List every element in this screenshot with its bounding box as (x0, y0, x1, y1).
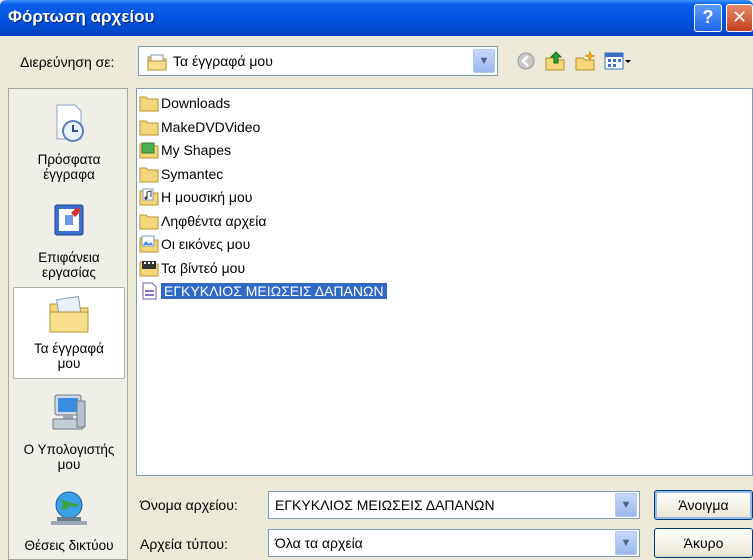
help-button[interactable]: ? (694, 4, 722, 32)
list-item[interactable]: Symantec (139, 163, 223, 185)
file-name: Η μουσική μου (161, 189, 253, 205)
folder-icon (139, 118, 159, 136)
file-name: Downloads (161, 95, 231, 111)
place-recent-documents[interactable]: Πρόσφατα έγγραφα (13, 101, 125, 182)
look-in-value: Τα έγγραφά μου (173, 53, 273, 69)
place-label: Τα έγγραφά (34, 341, 104, 356)
place-label: έγγραφα (43, 167, 95, 182)
file-name: MakeDVDVideo (161, 119, 261, 135)
back-icon[interactable] (516, 51, 536, 74)
place-label: Ο Υπολογιστής (23, 442, 115, 457)
close-button[interactable]: ✕ (726, 4, 753, 32)
filetype-value: Όλα τα αρχεία (275, 535, 363, 551)
window-title: Φόρτωση αρχείου (8, 7, 155, 26)
view-menu-icon[interactable] (604, 51, 632, 74)
filetype-label: Αρχεία τύπου: (140, 536, 228, 552)
desktop-icon (13, 199, 125, 246)
folder-icon (139, 94, 159, 112)
toolbar (516, 49, 632, 75)
list-item[interactable]: Οι εικόνες μου (139, 233, 250, 255)
title-bar: Φόρτωση αρχείου ? ✕ (0, 0, 753, 36)
filename-label: Όνομα αρχείου: (140, 497, 238, 513)
place-desktop[interactable]: Επιφάνεια εργασίας (13, 199, 125, 280)
place-label: μου (57, 457, 81, 472)
filename-field[interactable]: ΕΓΚΥΚΛΙΟΣ ΜΕΙΩΣΕΙΣ ΔΑΠΑΝΩΝ ▼ (268, 491, 640, 519)
cancel-button[interactable]: Άκυρο (654, 528, 753, 558)
chevron-down-icon[interactable]: ▼ (473, 49, 495, 73)
file-name: Ληφθέντα αρχεία (161, 213, 267, 229)
document-icon (139, 282, 159, 300)
places-bar: Πρόσφατα έγγραφα Επιφάνεια εργασίας Τα έ… (8, 88, 128, 560)
list-item[interactable]: ΕΓΚΥΚΛΙΟΣ ΜΕΙΩΣΕΙΣ ΔΑΠΑΝΩΝ (139, 280, 387, 302)
file-name: Symantec (161, 166, 224, 182)
open-button[interactable]: Άνοιγμα (654, 490, 753, 520)
place-label: εργασίας (42, 265, 96, 280)
folder-icon (139, 212, 159, 230)
list-item[interactable]: Η μουσική μου (139, 186, 252, 208)
filename-value: ΕΓΚΥΚΛΙΟΣ ΜΕΙΩΣΕΙΣ ΔΑΠΑΝΩΝ (275, 497, 495, 513)
place-my-computer[interactable]: Ο Υπολογιστής μου (13, 391, 125, 472)
list-item[interactable]: Downloads (139, 92, 230, 114)
look-in-label: Διερεύνηση σε: (20, 54, 115, 70)
place-network[interactable]: Θέσεις δικτύου (13, 487, 125, 553)
music-folder-icon (139, 188, 159, 206)
up-folder-icon[interactable] (544, 50, 566, 75)
list-item[interactable]: My Shapes (139, 139, 231, 161)
file-name: ΕΓΚΥΚΛΙΟΣ ΜΕΙΩΣΕΙΣ ΔΑΠΑΝΩΝ (161, 283, 387, 299)
list-item[interactable]: MakeDVDVideo (139, 116, 260, 138)
list-item[interactable]: Ληφθέντα αρχεία (139, 210, 266, 232)
place-label: Θέσεις δικτύου (24, 538, 114, 553)
file-name: Τα βίντεό μου (161, 260, 246, 276)
chevron-down-icon[interactable]: ▼ (615, 531, 637, 555)
shapes-folder-icon (139, 141, 159, 159)
list-item[interactable]: Τα βίντεό μου (139, 257, 245, 279)
look-in-dropdown[interactable]: Τα έγγραφά μου ▼ (138, 46, 498, 76)
videos-folder-icon (139, 259, 159, 277)
place-my-documents[interactable]: Τα έγγραφά μου (13, 287, 125, 379)
network-places-icon (13, 487, 125, 534)
file-name: My Shapes (161, 142, 232, 158)
place-label: Πρόσφατα (37, 152, 101, 167)
place-label: Επιφάνεια (38, 250, 100, 265)
my-computer-icon (13, 391, 125, 438)
new-folder-icon[interactable] (574, 49, 596, 75)
file-name: Οι εικόνες μου (161, 236, 251, 252)
my-documents-icon (14, 294, 124, 337)
pictures-folder-icon (139, 235, 159, 253)
filetype-select[interactable]: Όλα τα αρχεία ▼ (268, 529, 640, 557)
recent-documents-icon (13, 101, 125, 148)
folder-icon (139, 165, 159, 183)
file-list[interactable]: Downloads MakeDVDVideo My Shapes Symante… (136, 88, 753, 476)
my-documents-icon (147, 53, 167, 74)
chevron-down-icon[interactable]: ▼ (615, 493, 637, 517)
place-label: μου (57, 356, 81, 371)
